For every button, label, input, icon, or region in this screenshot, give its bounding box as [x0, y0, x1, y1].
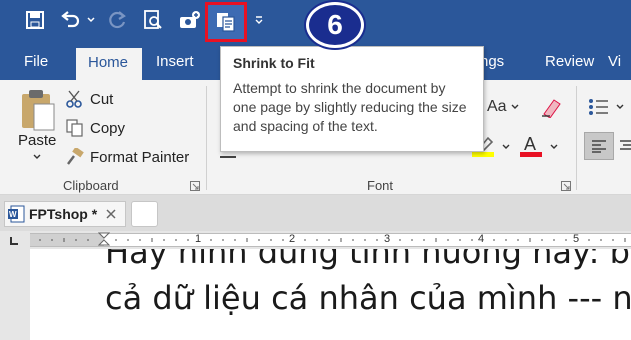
document-text-line: Hãy hình dung tình huống này: b [105, 249, 630, 271]
bullet-list-icon [589, 99, 608, 115]
svg-text:W: W [9, 210, 17, 219]
chevron-down-icon [87, 17, 95, 23]
font-color-button[interactable]: A [520, 134, 560, 160]
step-number-badge: 6 [306, 2, 364, 48]
cut-label: Cut [90, 90, 114, 108]
font-color-bar [520, 152, 542, 157]
chevron-down-icon [33, 154, 41, 159]
shrink-to-fit-icon [217, 13, 235, 32]
document-tab[interactable]: W FPTshop * [4, 201, 126, 227]
bullets-button[interactable] [588, 98, 624, 116]
indent-marker-icon[interactable] [98, 232, 110, 246]
print-preview-button[interactable] [140, 8, 166, 32]
print-preview-icon [144, 10, 162, 29]
copy-icon [66, 119, 83, 137]
document-tab-title: FPTshop * [29, 206, 98, 222]
chevron-down-icon [616, 104, 624, 109]
align-center-button[interactable] [620, 132, 631, 160]
chevron-down-icon [502, 144, 510, 149]
tooltip: Shrink to Fit Attempt to shrink the docu… [220, 46, 484, 152]
font-group-label: Font [367, 178, 394, 193]
chevron-down-icon [511, 104, 519, 109]
align-left-icon [592, 140, 606, 153]
camera-icon [180, 11, 200, 28]
camera-button[interactable] [176, 8, 204, 32]
save-button[interactable] [22, 8, 48, 32]
tab-insert[interactable]: Insert [144, 44, 206, 80]
new-document-tab-button[interactable] [131, 201, 158, 227]
cut-button[interactable]: Cut [66, 89, 113, 109]
tab-review[interactable]: Review [533, 44, 606, 80]
undo-dropdown[interactable] [84, 8, 98, 32]
chevron-down-icon [550, 144, 558, 149]
group-divider [206, 86, 207, 190]
tooltip-body: Attempt to shrink the document by one pa… [233, 80, 467, 134]
paintbrush-icon [67, 148, 84, 165]
change-case-button[interactable]: Aa [487, 98, 519, 116]
ruler-ticks [39, 238, 626, 242]
paste-label: Paste [18, 132, 57, 149]
document-page[interactable]: Hãy hình dung tình huống này: b cả dữ li… [30, 249, 631, 340]
paste-button[interactable]: Paste [14, 88, 60, 164]
tab-file[interactable]: File [12, 44, 60, 80]
dialog-launcher-icon[interactable] [561, 181, 571, 191]
highlight-color-bar [472, 152, 494, 157]
shrink-to-fit-button[interactable] [205, 2, 247, 42]
customize-qat-icon [255, 16, 263, 24]
clipboard-group-label: Clipboard [63, 178, 119, 193]
format-painter-button[interactable]: Format Painter [66, 147, 189, 167]
clear-formatting-icon[interactable] [540, 96, 562, 118]
copy-label: Copy [90, 119, 126, 137]
copy-button[interactable]: Copy [66, 118, 125, 138]
undo-button[interactable] [58, 8, 82, 32]
close-icon[interactable] [105, 208, 117, 220]
word-doc-icon: W [8, 205, 25, 223]
align-center-icon [620, 140, 631, 150]
document-text-line: cả dữ liệu cá nhân của mình --- n [105, 279, 631, 317]
clipboard-icon [22, 90, 55, 131]
tooltip-title: Shrink to Fit [233, 55, 315, 71]
horizontal-ruler[interactable]: 1 2 3 4 5 [30, 232, 631, 247]
customize-qat-button[interactable] [252, 8, 266, 32]
tab-selector-button[interactable] [6, 234, 22, 248]
group-divider [576, 86, 577, 190]
redo-button[interactable] [106, 8, 130, 32]
redo-icon [109, 11, 126, 29]
tab-view[interactable]: Vi [608, 44, 621, 80]
undo-icon [61, 11, 80, 28]
left-tab-stop-icon [10, 237, 18, 245]
format-painter-label: Format Painter [90, 148, 190, 166]
tab-home[interactable]: Home [76, 48, 142, 80]
document-canvas: Hãy hình dung tình huống này: b cả dữ li… [0, 249, 631, 340]
align-left-button[interactable] [584, 132, 614, 160]
dialog-launcher-icon[interactable] [190, 181, 200, 191]
save-icon [26, 11, 44, 29]
change-case-label: Aa [487, 98, 507, 115]
scissors-icon [66, 90, 82, 108]
